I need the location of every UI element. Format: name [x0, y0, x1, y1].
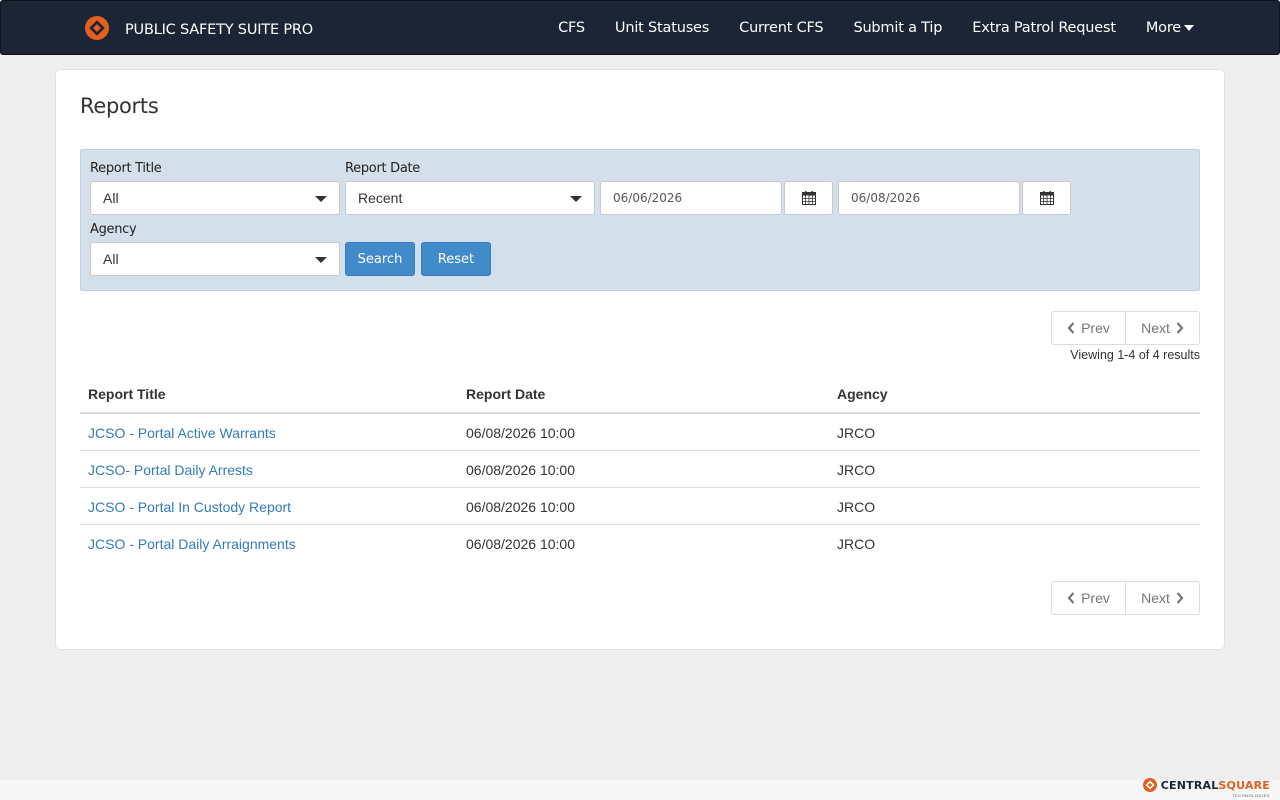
footer-logo-square: SQUARE — [1218, 778, 1270, 792]
report-title-link[interactable]: JCSO - Portal Active Warrants — [88, 425, 276, 441]
agency-select-value: All — [103, 251, 119, 267]
report-title-label: Report Title — [90, 161, 162, 176]
caret-down-icon — [1184, 24, 1194, 31]
table-row: JCSO- Portal Daily Arrests 06/08/2026 10… — [80, 451, 1200, 488]
prev-button[interactable]: Prev — [1051, 581, 1126, 615]
nav-more-dropdown[interactable]: More — [1146, 20, 1194, 36]
chevron-left-icon — [1067, 592, 1075, 604]
footer-logo-central: CENTRAL — [1160, 778, 1219, 792]
centralsquare-logo-icon — [85, 16, 109, 40]
viewing-results-text: Viewing 1-4 of 4 results — [1070, 348, 1200, 362]
report-date-select[interactable]: Recent — [345, 181, 595, 215]
top-navbar: PUBLIC SAFETY SUITE PRO CFS Unit Statuse… — [0, 0, 1280, 55]
nav-link-current-cfs[interactable]: Current CFS — [739, 20, 823, 36]
next-button[interactable]: Next — [1126, 581, 1200, 615]
prev-label: Prev — [1081, 320, 1110, 336]
next-button[interactable]: Next — [1126, 311, 1200, 345]
reset-button[interactable]: Reset — [421, 242, 491, 276]
report-date-label: Report Date — [345, 161, 420, 176]
prev-label: Prev — [1081, 590, 1110, 606]
report-title-select[interactable]: All — [90, 181, 340, 215]
calendar-icon — [1039, 191, 1054, 205]
header-agency: Agency — [837, 386, 888, 402]
report-title-select-value: All — [103, 190, 119, 206]
next-label: Next — [1141, 320, 1170, 336]
agency-cell: JRCO — [837, 425, 876, 441]
agency-cell: JRCO — [837, 536, 876, 552]
agency-select[interactable]: All — [90, 242, 340, 276]
reports-panel: Reports Report Title All Report Date Rec… — [55, 69, 1225, 650]
table-row: JCSO - Portal Active Warrants 06/08/2026… — [80, 414, 1200, 451]
footer-logo: CENTRALSQUARE TECHNOLOGIES — [1142, 778, 1270, 798]
date-to-input[interactable]: 06/08/2026 — [838, 181, 1020, 215]
table-row: JCSO - Portal Daily Arraignments 06/08/2… — [80, 525, 1200, 562]
next-label: Next — [1141, 590, 1170, 606]
date-from-calendar-button[interactable] — [784, 181, 833, 215]
caret-down-icon — [315, 257, 327, 263]
caret-down-icon — [570, 196, 582, 202]
date-to-calendar-button[interactable] — [1022, 181, 1071, 215]
chevron-right-icon — [1176, 592, 1184, 604]
table-row: JCSO - Portal In Custody Report 06/08/20… — [80, 488, 1200, 525]
nav-link-unit-statuses[interactable]: Unit Statuses — [615, 20, 709, 36]
filter-box: Report Title All Report Date Recent 06/0… — [80, 149, 1200, 291]
date-from-input[interactable]: 06/06/2026 — [600, 181, 782, 215]
report-date-cell: 06/08/2026 10:00 — [466, 425, 575, 441]
calendar-icon — [801, 191, 816, 205]
prev-button[interactable]: Prev — [1051, 311, 1126, 345]
centralsquare-logo-icon — [1142, 778, 1157, 792]
agency-cell: JRCO — [837, 462, 876, 478]
nav-more-label: More — [1145, 19, 1181, 36]
reports-table: Report Title Report Date Agency JCSO - P… — [80, 376, 1200, 562]
table-header: Report Title Report Date Agency — [80, 376, 1200, 414]
pager-top: Prev Next — [1051, 311, 1200, 345]
search-button[interactable]: Search — [345, 242, 415, 276]
report-title-link[interactable]: JCSO- Portal Daily Arrests — [88, 462, 253, 478]
header-report-date: Report Date — [466, 386, 546, 402]
brand-name: PUBLIC SAFETY SUITE PRO — [125, 22, 313, 38]
agency-cell: JRCO — [837, 499, 876, 515]
footer-logo-sub: TECHNOLOGIES — [1232, 793, 1270, 798]
brand[interactable]: PUBLIC SAFETY SUITE PRO — [85, 16, 313, 40]
report-title-link[interactable]: JCSO - Portal Daily Arraignments — [88, 536, 296, 552]
nav-links: CFS Unit Statuses Current CFS Submit a T… — [528, 1, 1194, 54]
footer-logo-text: CENTRALSQUARE — [1161, 779, 1270, 792]
nav-link-extra-patrol-request[interactable]: Extra Patrol Request — [972, 20, 1116, 36]
pager-bottom: Prev Next — [1051, 581, 1200, 615]
caret-down-icon — [315, 196, 327, 202]
report-date-cell: 06/08/2026 10:00 — [466, 536, 575, 552]
page-title: Reports — [80, 94, 159, 118]
footer — [0, 780, 1280, 800]
nav-link-submit-tip[interactable]: Submit a Tip — [853, 20, 942, 36]
header-report-title: Report Title — [88, 386, 166, 402]
report-title-link[interactable]: JCSO - Portal In Custody Report — [88, 499, 291, 515]
agency-label: Agency — [90, 222, 137, 237]
report-date-cell: 06/08/2026 10:00 — [466, 499, 575, 515]
chevron-left-icon — [1067, 322, 1075, 334]
report-date-cell: 06/08/2026 10:00 — [466, 462, 575, 478]
nav-link-cfs[interactable]: CFS — [558, 20, 585, 36]
report-date-select-value: Recent — [358, 190, 403, 206]
chevron-right-icon — [1176, 322, 1184, 334]
